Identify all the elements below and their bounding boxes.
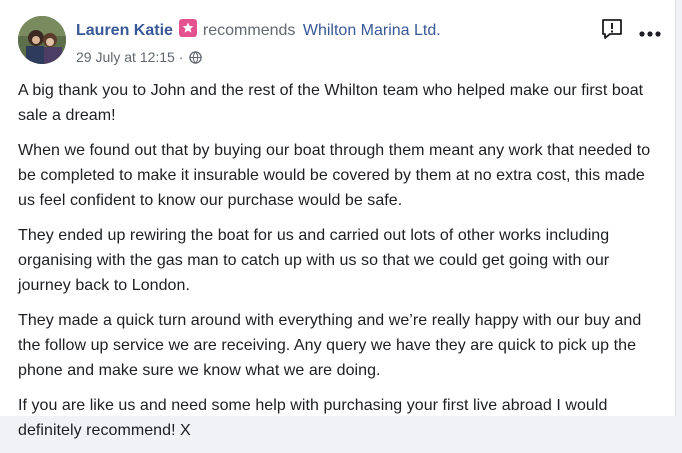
recommendation-badge-icon — [178, 19, 197, 37]
post-title-line: Lauren Katie recommends Whilton Marina Lt… — [76, 19, 441, 41]
post-meta: Lauren Katie recommends Whilton Marina Lt… — [76, 19, 441, 68]
globe-icon[interactable] — [189, 50, 203, 68]
post-paragraph: They ended up rewiring the boat for us a… — [18, 227, 610, 294]
post-paragraph: They made a quick turn around with every… — [18, 312, 642, 379]
report-icon[interactable] — [601, 18, 623, 40]
post-paragraph: If you are like us and need some help wi… — [18, 397, 608, 439]
post-subline: 29 July at 12:15 · — [76, 48, 441, 68]
page-name-link[interactable]: Whilton Marina Ltd. — [303, 22, 441, 39]
author-name[interactable]: Lauren Katie — [76, 22, 173, 39]
post-timestamp[interactable]: 29 July at 12:15 — [76, 49, 175, 65]
action-verb: recommends — [202, 22, 296, 39]
review-post-card: Lauren Katie recommends Whilton Marina Lt… — [0, 0, 676, 439]
post-paragraph: When we found out that by buying our boa… — [18, 142, 651, 209]
author-avatar[interactable] — [18, 16, 66, 64]
post-paragraph: A big thank you to John and the rest of … — [18, 82, 644, 124]
meta-separator: · — [178, 49, 184, 65]
post-header: Lauren Katie recommends Whilton Marina Lt… — [18, 16, 661, 68]
more-options-icon[interactable] — [639, 25, 661, 37]
post-body: A big thank you to John and the rest of … — [18, 78, 658, 453]
